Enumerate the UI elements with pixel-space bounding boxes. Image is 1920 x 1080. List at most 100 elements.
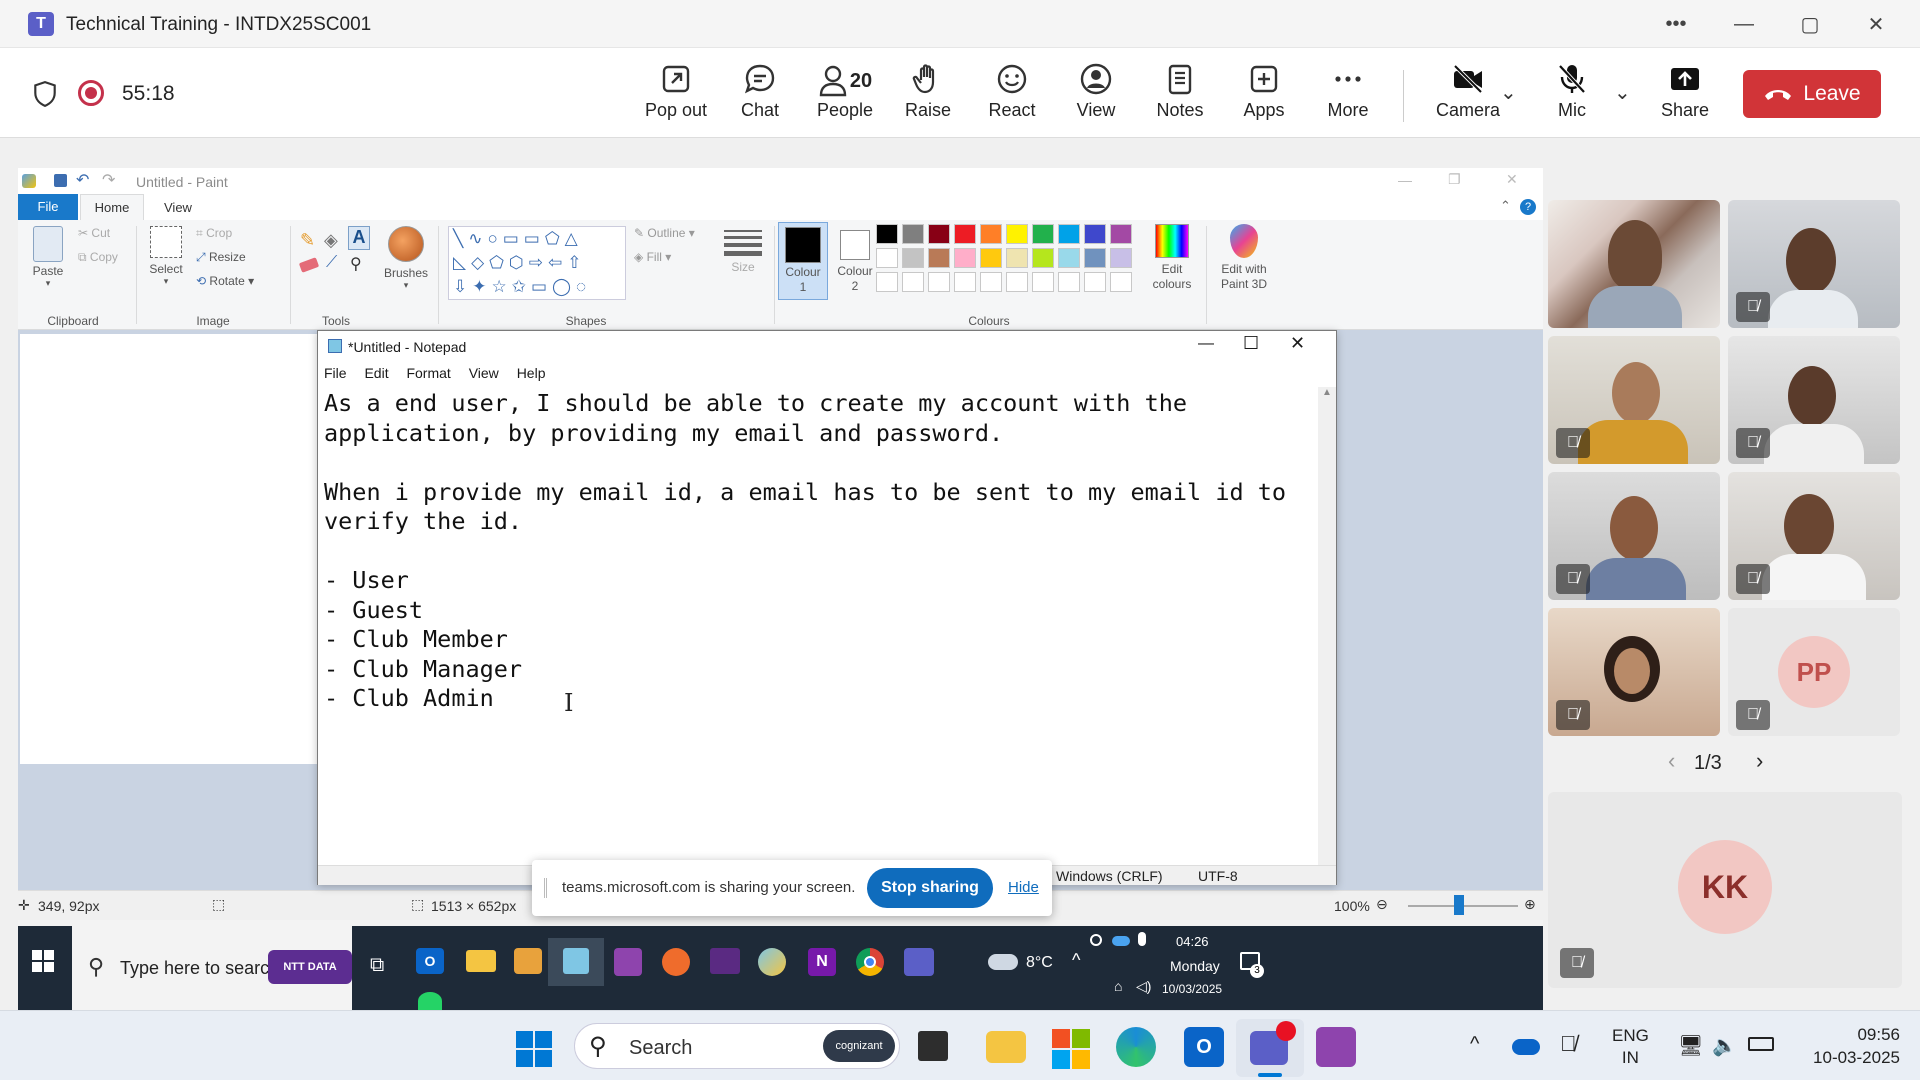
notepad-menu-view[interactable]: View bbox=[469, 365, 499, 381]
colour-swatch[interactable] bbox=[1058, 272, 1080, 292]
eraser-icon[interactable] bbox=[298, 257, 320, 273]
notepad-taskbar-icon[interactable] bbox=[548, 938, 604, 986]
paint-tab-file[interactable]: File bbox=[18, 194, 78, 220]
apps-button[interactable]: Apps bbox=[1224, 62, 1304, 132]
colour-swatch[interactable] bbox=[928, 272, 950, 292]
pop-out-button[interactable]: Pop out bbox=[636, 62, 716, 132]
notepad-close-button[interactable]: ✕ bbox=[1290, 333, 1305, 354]
colour-swatch[interactable] bbox=[928, 248, 950, 268]
colour1-button[interactable]: Colour 1 bbox=[778, 222, 828, 300]
colour-swatch[interactable] bbox=[902, 248, 924, 268]
brushes-button[interactable]: Brushes ▾ bbox=[380, 226, 432, 291]
resize-button[interactable]: ⤢ Resize bbox=[196, 250, 246, 265]
colour-swatch[interactable] bbox=[902, 272, 924, 292]
volume-icon[interactable]: 🔈 bbox=[1712, 1033, 1737, 1058]
colour-swatch[interactable] bbox=[1084, 224, 1106, 244]
participant-tile[interactable]: 🎙̸ bbox=[1728, 200, 1900, 328]
edit-paint3d-button[interactable]: Edit with Paint 3D bbox=[1210, 224, 1278, 292]
chat-button[interactable]: Chat bbox=[720, 62, 800, 132]
participant-tile[interactable] bbox=[1548, 200, 1720, 328]
text-tool-icon[interactable]: A bbox=[348, 226, 370, 250]
colour-swatch[interactable] bbox=[876, 224, 898, 244]
close-button[interactable]: ✕ bbox=[1848, 8, 1904, 40]
terminal-icon[interactable] bbox=[710, 948, 740, 974]
onenote-icon[interactable]: N bbox=[808, 948, 836, 976]
remote-start-icon[interactable] bbox=[32, 950, 54, 972]
colour2-button[interactable]: Colour 2 bbox=[830, 222, 880, 300]
color-picker-icon[interactable]: ⟋ bbox=[326, 254, 337, 272]
copy-button[interactable]: ⧉ Copy bbox=[78, 250, 118, 265]
zoom-in-icon[interactable]: ⊕ bbox=[1524, 896, 1536, 913]
outlook-icon[interactable]: O bbox=[416, 948, 444, 974]
zoom-out-icon[interactable]: ⊖ bbox=[1376, 896, 1388, 913]
tray-chevron-icon[interactable]: ^ bbox=[1072, 950, 1080, 971]
notes-button[interactable]: Notes bbox=[1140, 62, 1220, 132]
outlook-taskbar-icon[interactable]: O bbox=[1184, 1027, 1224, 1067]
react-button[interactable]: React bbox=[972, 62, 1052, 132]
store-taskbar-icon[interactable] bbox=[1052, 1029, 1092, 1069]
colour-swatch[interactable] bbox=[954, 224, 976, 244]
mic-button[interactable]: Mic bbox=[1532, 62, 1612, 132]
colour-swatch[interactable] bbox=[1110, 248, 1132, 268]
colour-swatch[interactable] bbox=[1032, 224, 1054, 244]
notepad-scrollbar[interactable]: ▲ bbox=[1318, 387, 1336, 865]
mic-muted-tray-icon[interactable]: 🎙̸ bbox=[1560, 1031, 1577, 1057]
pencil-icon[interactable]: ✎ bbox=[300, 230, 315, 251]
paint-close-button[interactable]: ✕ bbox=[1506, 171, 1518, 188]
notepad-text-area[interactable]: As a end user, I should be able to creat… bbox=[324, 389, 1314, 859]
save-icon[interactable] bbox=[54, 174, 67, 187]
crop-button[interactable]: ⌗ Crop bbox=[196, 226, 232, 241]
leave-button[interactable]: Leave bbox=[1743, 70, 1881, 118]
windows-start-icon[interactable] bbox=[516, 1031, 552, 1067]
participant-tile[interactable]: 🎙̸ bbox=[1728, 472, 1900, 600]
zoom-slider-thumb[interactable] bbox=[1454, 895, 1464, 915]
paint-taskbar-icon[interactable] bbox=[758, 948, 786, 976]
teams-taskbar-icon[interactable] bbox=[904, 948, 934, 976]
fill-bucket-icon[interactable]: ◈ bbox=[324, 230, 338, 251]
colour-swatch[interactable] bbox=[1032, 272, 1054, 292]
participant-tile[interactable]: PP 🎙̸ bbox=[1728, 608, 1900, 736]
edit-colours-button[interactable]: Edit colours bbox=[1142, 224, 1202, 292]
colour-swatch[interactable] bbox=[928, 224, 950, 244]
stop-sharing-button[interactable]: Stop sharing bbox=[867, 868, 993, 908]
more-button[interactable]: More bbox=[1308, 62, 1388, 132]
colour-swatch[interactable] bbox=[1084, 248, 1106, 268]
cut-button[interactable]: ✂ Cut bbox=[78, 226, 110, 240]
notepad-menu-edit[interactable]: Edit bbox=[364, 365, 388, 381]
select-button[interactable]: Select ▾ bbox=[146, 226, 186, 287]
shapes-gallery[interactable]: ╲∿○▭▭⬠△ ◺◇⬠⬡⇨⇦⇧ ⇩✦☆✩▭◯◌ bbox=[448, 226, 626, 300]
mic-options-chevron-icon[interactable]: ⌄ bbox=[1614, 80, 1631, 105]
colour-swatch[interactable] bbox=[1058, 224, 1080, 244]
colour-swatch[interactable] bbox=[1110, 272, 1132, 292]
more-options-icon[interactable]: ••• bbox=[1648, 8, 1704, 40]
file-explorer-taskbar-icon[interactable] bbox=[986, 1031, 1026, 1063]
colour-swatch[interactable] bbox=[1084, 272, 1106, 292]
participant-tile[interactable]: 🎙̸ bbox=[1728, 336, 1900, 464]
colour-swatch[interactable] bbox=[1006, 248, 1028, 268]
participant-tile[interactable]: 🎙̸ bbox=[1548, 608, 1720, 736]
people-button[interactable]: 20 People bbox=[805, 62, 885, 132]
colour-swatch[interactable] bbox=[902, 224, 924, 244]
next-page-chevron-icon[interactable]: › bbox=[1756, 748, 1763, 774]
colour-swatch[interactable] bbox=[954, 272, 976, 292]
task-view-taskbar-icon[interactable] bbox=[918, 1031, 948, 1061]
colour-swatch[interactable] bbox=[980, 248, 1002, 268]
participant-tile[interactable]: 🎙̸ bbox=[1548, 472, 1720, 600]
taskbar-search-box[interactable]: ⚲ Search cognizant bbox=[574, 1023, 900, 1069]
network-icon[interactable]: 🖥 bbox=[1678, 1033, 1703, 1058]
fill-dropdown[interactable]: ◈ Fill ▾ bbox=[634, 250, 671, 264]
chrome-icon[interactable] bbox=[856, 948, 884, 976]
pen-app-icon[interactable] bbox=[662, 948, 690, 976]
outline-dropdown[interactable]: ✎ Outline ▾ bbox=[634, 226, 695, 240]
ribbon-collapse-icon[interactable]: ⌃ bbox=[1500, 198, 1511, 214]
paint-minimize-button[interactable]: — bbox=[1398, 172, 1412, 188]
snip-tool-icon[interactable] bbox=[514, 948, 542, 974]
colour-swatch[interactable] bbox=[876, 272, 898, 292]
task-view-icon[interactable]: ⧉ bbox=[370, 954, 384, 977]
help-icon[interactable]: ? bbox=[1520, 199, 1536, 215]
teams-taskbar-active[interactable] bbox=[1236, 1019, 1304, 1077]
colour-swatch[interactable] bbox=[980, 224, 1002, 244]
visual-studio-taskbar-icon[interactable] bbox=[1316, 1027, 1356, 1067]
maximize-button[interactable]: ▢ bbox=[1782, 8, 1838, 40]
magnifier-icon[interactable]: ⚲ bbox=[350, 254, 362, 274]
